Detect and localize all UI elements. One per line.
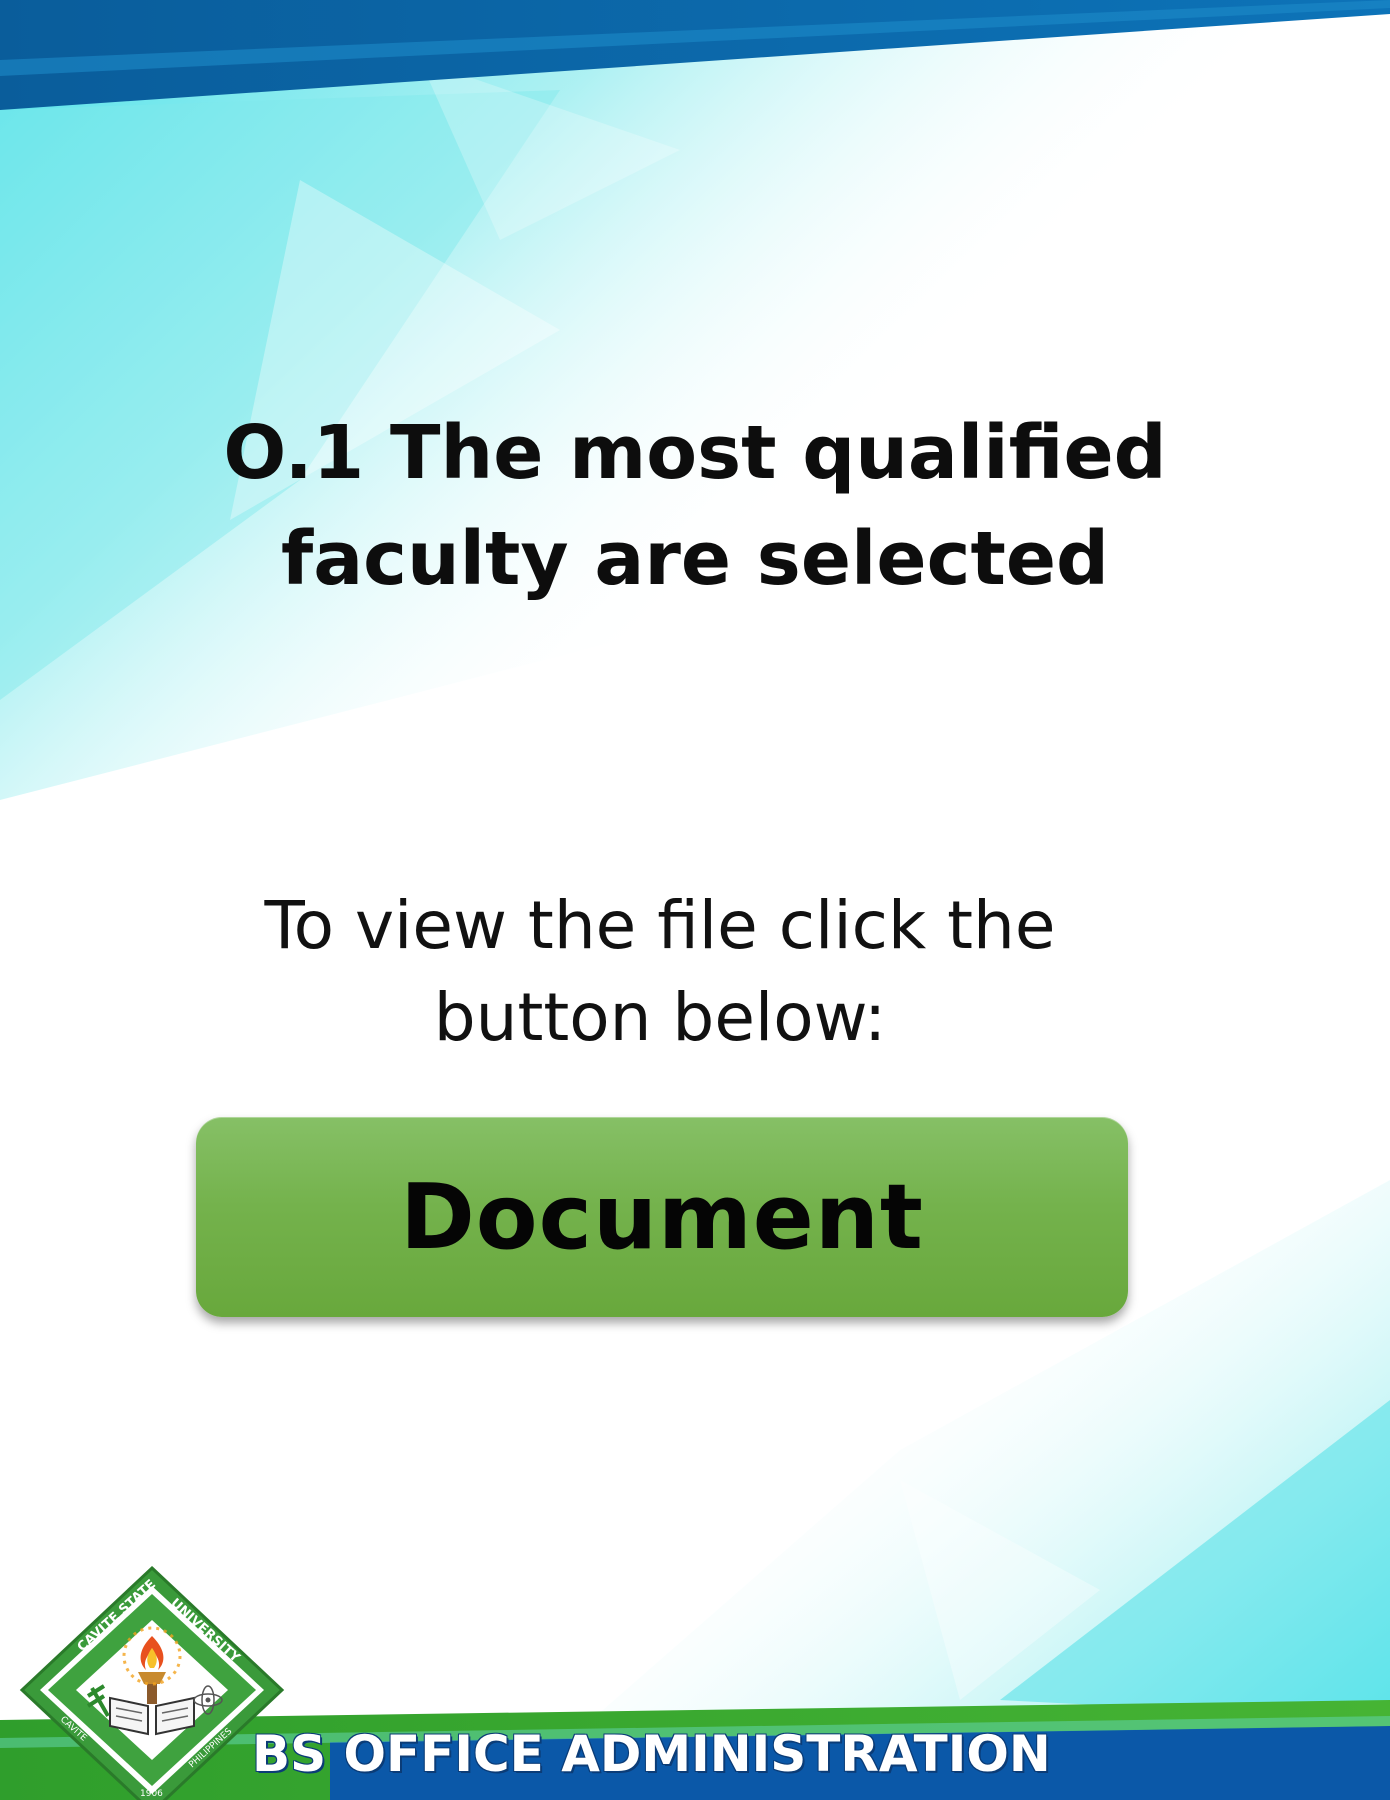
instruction-line-1: To view the file click the	[264, 887, 1056, 964]
university-seal-logo: CAVITE STATE UNIVERSITY CAVITE PHILIPPIN…	[19, 1565, 285, 1800]
page-title: O.1 The most qualified faculty are selec…	[195, 400, 1195, 612]
document-button-label: Document	[400, 1164, 924, 1270]
document-button[interactable]: Document	[196, 1117, 1128, 1317]
seal-year-text: 1906	[140, 1789, 163, 1799]
instruction-text: To view the file click the button below:	[200, 880, 1120, 1064]
title-line-2: faculty are selected	[281, 516, 1109, 602]
title-line-1: O.1 The most qualified	[223, 410, 1167, 496]
instruction-line-2: button below:	[433, 979, 887, 1056]
program-name: BS OFFICE ADMINISTRATION	[252, 1725, 1051, 1783]
document-page: O.1 The most qualified faculty are selec…	[0, 0, 1390, 1800]
